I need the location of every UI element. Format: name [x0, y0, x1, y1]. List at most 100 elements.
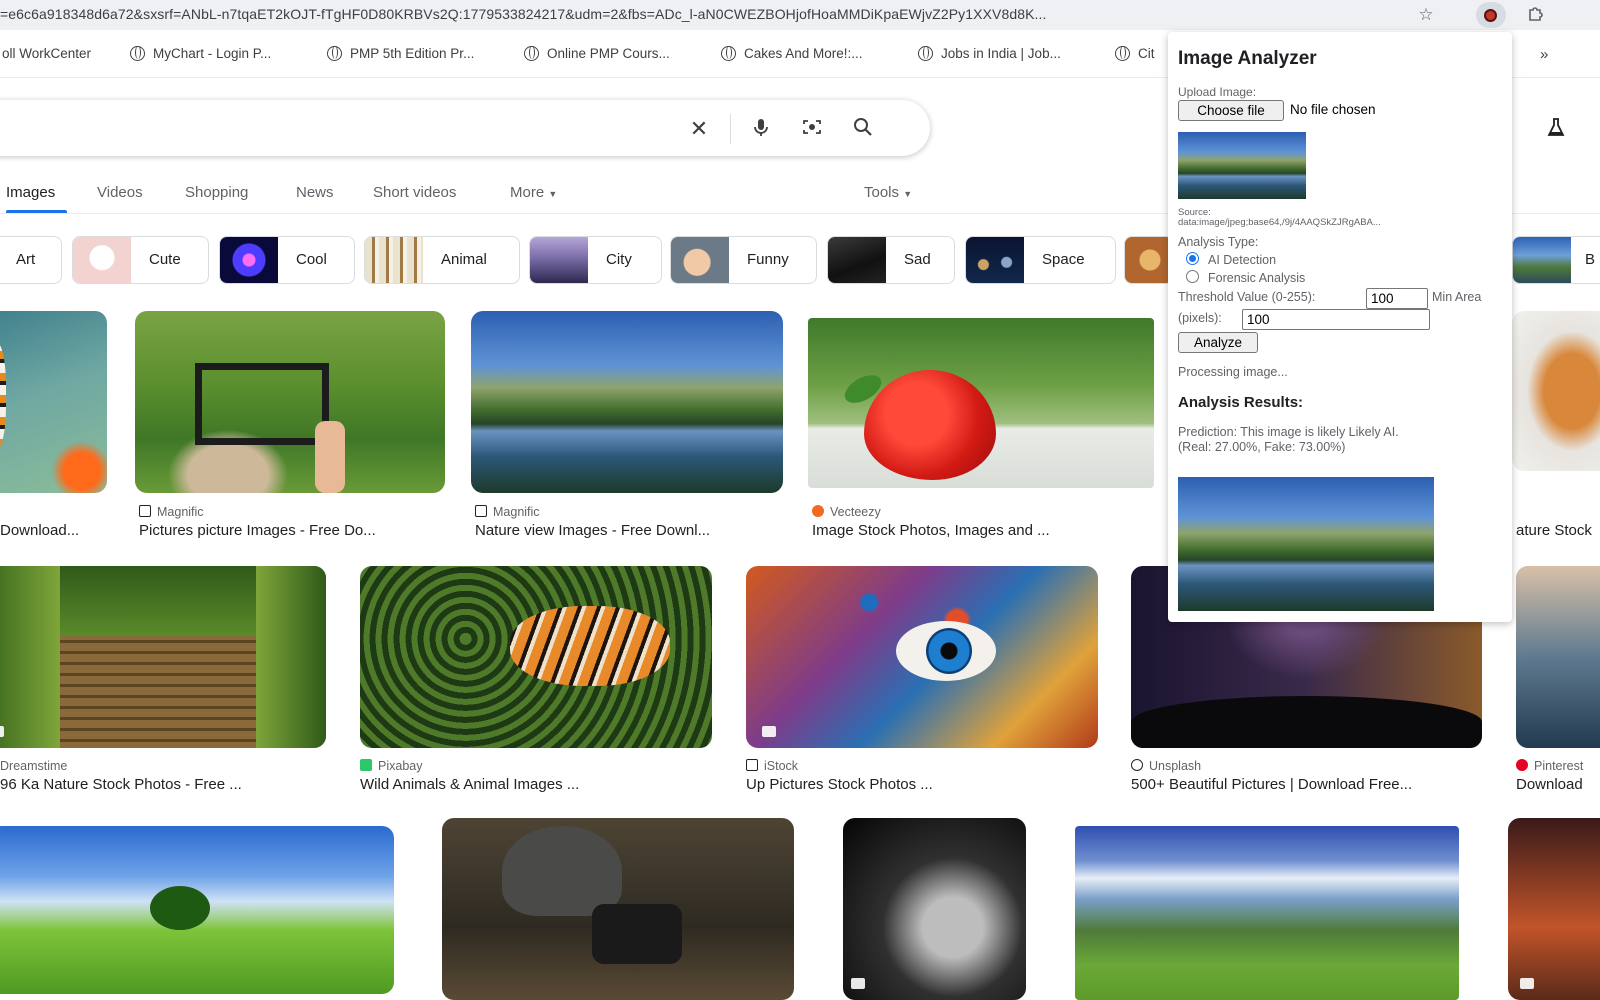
- result-image-butterfly[interactable]: [0, 311, 107, 493]
- address-bar[interactable]: =e6c6a918348d6a72&sxsrf=ANbL-n7tqaET2kOJ…: [0, 6, 1400, 22]
- mossy-rail: [256, 566, 326, 748]
- chip-thumbnail: [1513, 237, 1571, 283]
- tab-news[interactable]: News: [296, 184, 334, 201]
- result-image-colorful-eye[interactable]: [746, 566, 1098, 748]
- chip-food[interactable]: [1124, 236, 1174, 284]
- result-preview-image: [1178, 477, 1434, 611]
- result-image-palm-sunset[interactable]: [1508, 818, 1600, 1000]
- chip-thumbnail: [966, 237, 1024, 283]
- bookmark-item[interactable]: Online PMP Cours...: [524, 46, 670, 61]
- chip-b[interactable]: B: [1512, 236, 1600, 284]
- bookmark-item[interactable]: Cit: [1115, 46, 1155, 61]
- chip-thumbnail: [671, 237, 729, 283]
- prediction-scores: (Real: 27.00%, Fake: 73.00%): [1178, 440, 1346, 454]
- result-source-label: Pixabay: [378, 759, 423, 773]
- result-image-photographer[interactable]: [442, 818, 794, 1000]
- result-image-frame-landscape[interactable]: [135, 311, 445, 493]
- analyze-button[interactable]: Analyze: [1178, 332, 1258, 353]
- bookmarks-overflow-button[interactable]: »: [1540, 46, 1548, 63]
- bookmark-label: Jobs in India | Job...: [941, 46, 1061, 61]
- result-title[interactable]: 96 Ka Nature Stock Photos - Free ...: [0, 776, 320, 793]
- threshold-input[interactable]: 100: [1366, 288, 1428, 309]
- result-image-alpine-valley[interactable]: [1075, 826, 1459, 1000]
- tree-canopy: [150, 886, 210, 930]
- search-box[interactable]: ✕: [0, 100, 930, 156]
- bookmark-item[interactable]: oll WorkCenter: [2, 46, 91, 61]
- tab-videos[interactable]: Videos: [97, 184, 143, 201]
- tiger: [510, 606, 670, 686]
- bookmark-item[interactable]: Cakes And More!:...: [721, 46, 863, 61]
- ai-detection-label: AI Detection: [1208, 253, 1277, 267]
- chip-city[interactable]: City: [529, 236, 662, 284]
- extensions-puzzle-icon[interactable]: [1524, 4, 1548, 26]
- mossy-rail: [0, 566, 60, 748]
- globe-icon: [327, 46, 342, 61]
- video-indicator-icon: [762, 726, 776, 737]
- result-image-tiger-water[interactable]: [360, 566, 712, 748]
- chip-label: Art: [16, 251, 36, 268]
- radio-forensic-analysis[interactable]: [1186, 270, 1199, 283]
- result-title[interactable]: Up Pictures Stock Photos ...: [746, 776, 1076, 793]
- result-image-green-field-tree[interactable]: [0, 826, 394, 994]
- result-image-tiger-snow[interactable]: [1512, 311, 1600, 471]
- tools-button[interactable]: Tools ▼: [864, 184, 912, 201]
- result-source: Magnific: [139, 505, 204, 519]
- result-image-bw-portrait[interactable]: [843, 818, 1026, 1000]
- result-title[interactable]: Download: [1516, 776, 1600, 793]
- star-icon[interactable]: ☆: [1414, 4, 1438, 26]
- tab-more-label: More: [510, 184, 545, 201]
- tab-images[interactable]: Images: [6, 184, 55, 201]
- bookmark-item[interactable]: PMP 5th Edition Pr...: [327, 46, 474, 61]
- labs-flask-icon[interactable]: [1544, 116, 1568, 145]
- chip-thumbnail: [1125, 237, 1173, 283]
- pixels-label: (pixels):: [1178, 311, 1222, 325]
- horizon: [1131, 696, 1482, 748]
- chip-space[interactable]: Space: [965, 236, 1116, 284]
- search-divider: [730, 114, 731, 144]
- result-title[interactable]: Wild Animals & Animal Images ...: [360, 776, 690, 793]
- lens-camera-icon[interactable]: [799, 116, 825, 142]
- result-title[interactable]: 500+ Beautiful Pictures | Download Free.…: [1131, 776, 1481, 793]
- bookmark-label: Online PMP Cours...: [547, 46, 670, 61]
- result-source-label: Magnific: [493, 505, 540, 519]
- chevron-down-icon: ▼: [903, 189, 913, 199]
- min-area-input[interactable]: 100: [1242, 309, 1430, 330]
- result-image-mountain-lake[interactable]: [471, 311, 783, 493]
- video-indicator-icon: [0, 726, 4, 737]
- eye-iris: [926, 628, 972, 674]
- result-source: Pinterest: [1516, 759, 1583, 773]
- chip-cool[interactable]: Cool: [219, 236, 355, 284]
- result-title[interactable]: ature Stock: [1516, 522, 1600, 539]
- chip-art[interactable]: Art: [0, 236, 62, 284]
- chip-thumbnail: [828, 237, 886, 283]
- strawberry: [864, 370, 996, 480]
- bookmark-label: oll WorkCenter: [2, 46, 92, 61]
- search-icon[interactable]: [850, 116, 876, 142]
- choose-file-button[interactable]: Choose file: [1178, 100, 1284, 121]
- chip-cute[interactable]: Cute: [72, 236, 209, 284]
- result-title[interactable]: Pictures picture Images - Free Do...: [139, 522, 449, 539]
- clear-search-icon[interactable]: ✕: [686, 116, 712, 142]
- microphone-icon[interactable]: [748, 116, 774, 142]
- result-image-strawberry[interactable]: [808, 318, 1154, 488]
- result-image-zebra[interactable]: [1516, 566, 1600, 748]
- result-title[interactable]: Image Stock Photos, Images and ...: [812, 522, 1112, 539]
- browser-toolbar: =e6c6a918348d6a72&sxsrf=ANbL-n7tqaET2kOJ…: [0, 0, 1600, 30]
- magnific-favicon: [475, 505, 487, 517]
- result-title[interactable]: Nature view Images - Free Downl...: [475, 522, 775, 539]
- result-title[interactable]: Download...: [0, 522, 110, 539]
- tab-shopping[interactable]: Shopping: [185, 184, 248, 201]
- radio-ai-detection[interactable]: [1186, 252, 1199, 265]
- bookmark-item[interactable]: MyChart - Login P...: [130, 46, 271, 61]
- chip-funny[interactable]: Funny: [670, 236, 817, 284]
- globe-icon: [918, 46, 933, 61]
- result-image-forest-bridge[interactable]: [0, 566, 326, 748]
- chip-animal[interactable]: Animal: [364, 236, 520, 284]
- image-analyzer-extension-icon[interactable]: [1484, 9, 1497, 22]
- chip-label: Sad: [904, 251, 931, 268]
- tab-short-videos[interactable]: Short videos: [373, 184, 456, 201]
- tab-more[interactable]: More ▼: [510, 184, 557, 201]
- bookmark-item[interactable]: Jobs in India | Job...: [918, 46, 1061, 61]
- chip-label: Animal: [441, 251, 487, 268]
- chip-sad[interactable]: Sad: [827, 236, 955, 284]
